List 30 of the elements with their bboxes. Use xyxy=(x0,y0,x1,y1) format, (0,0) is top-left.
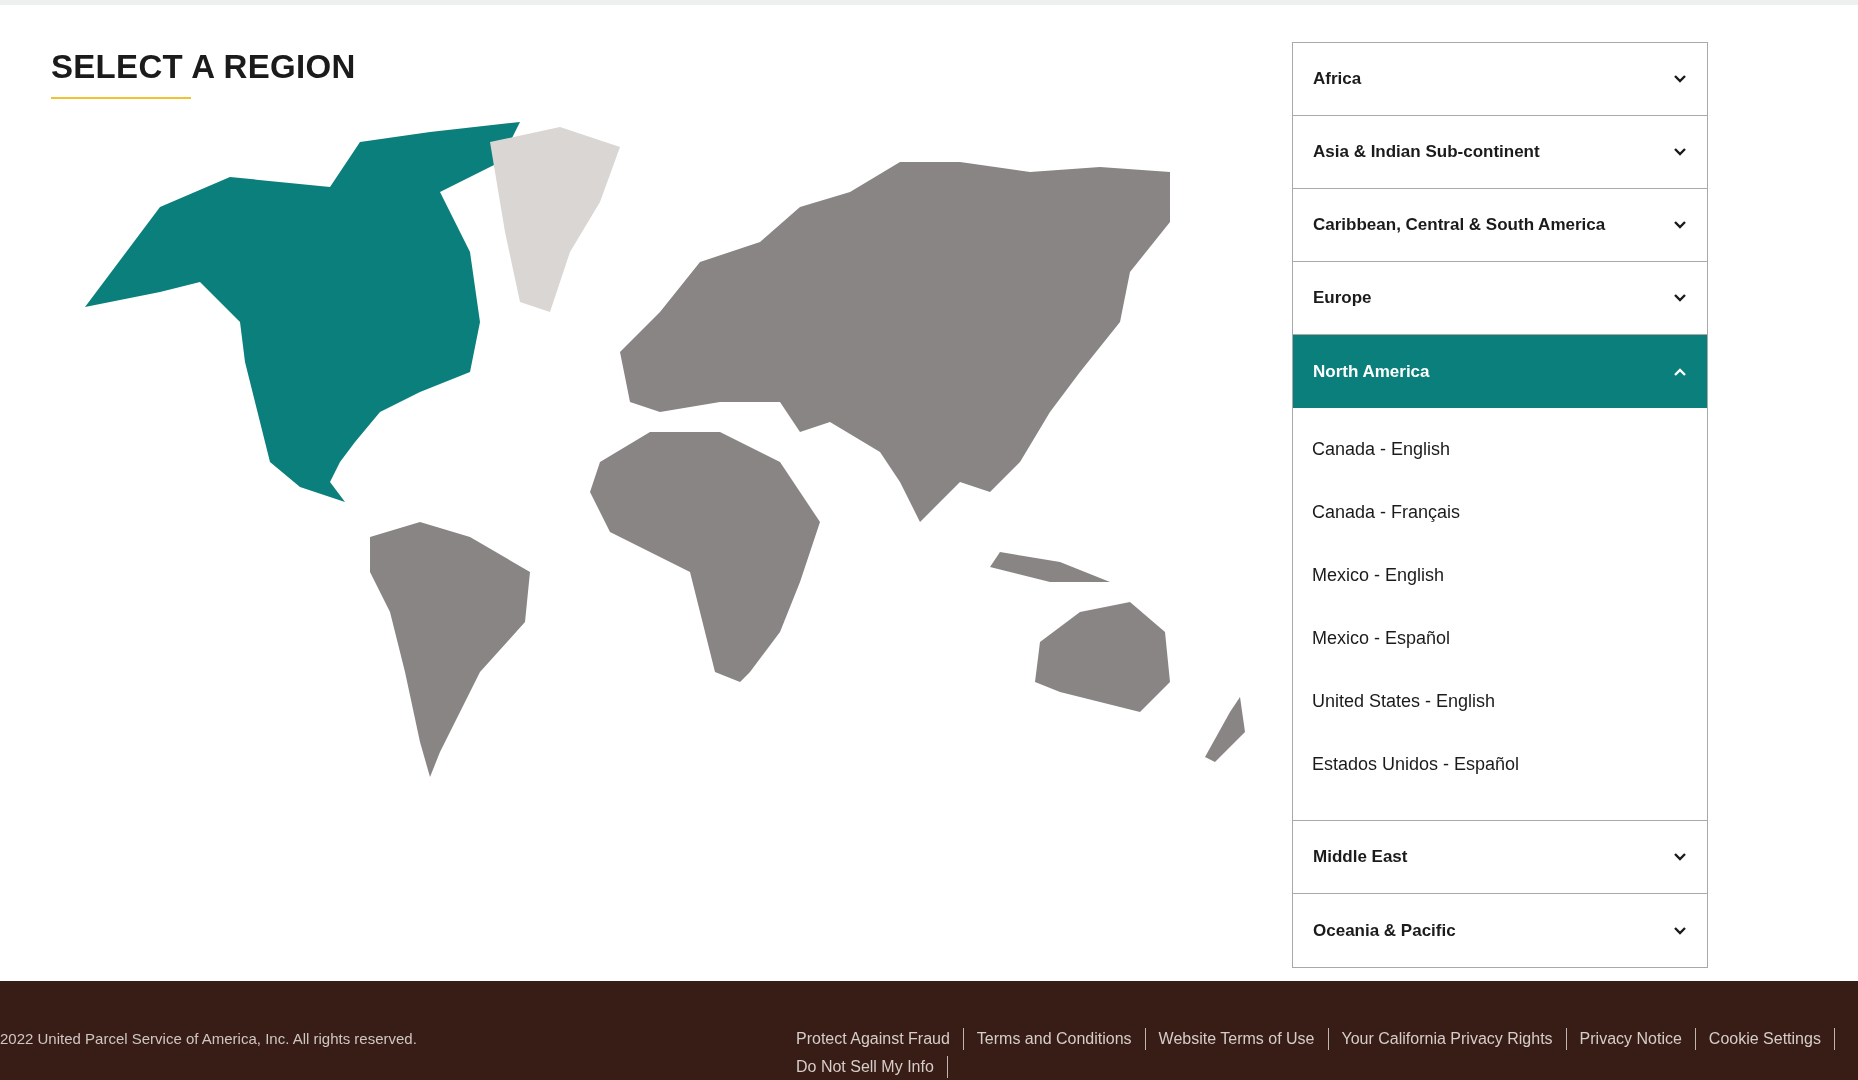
australia-shape[interactable] xyxy=(1035,601,1170,712)
country-link[interactable]: Mexico - Español xyxy=(1293,607,1707,670)
footer-link[interactable]: Terms and Conditions xyxy=(963,1028,1146,1050)
chevron-down-icon xyxy=(1673,220,1687,230)
footer-link[interactable]: Privacy Notice xyxy=(1566,1028,1696,1050)
africa-shape[interactable] xyxy=(590,431,820,682)
chevron-up-icon xyxy=(1673,366,1687,377)
footer-link[interactable]: Website Terms of Use xyxy=(1145,1028,1329,1050)
north-america-shape[interactable] xyxy=(85,121,520,502)
region-header[interactable]: North America xyxy=(1293,335,1707,408)
country-link[interactable]: United States - English xyxy=(1293,670,1707,733)
footer-link[interactable]: Cookie Settings xyxy=(1695,1028,1835,1050)
page-title: SELECT A REGION xyxy=(51,47,357,87)
country-link[interactable]: Canada - Français xyxy=(1293,481,1707,544)
country-link[interactable]: Canada - English xyxy=(1293,418,1707,481)
footer-link[interactable]: Your California Privacy Rights xyxy=(1328,1028,1567,1050)
chevron-down-icon xyxy=(1673,147,1687,157)
copyright-text: 2022 United Parcel Service of America, Inc. All rights reserved. xyxy=(0,1029,417,1049)
chevron-down-icon xyxy=(1673,852,1687,862)
new-zealand-shape[interactable] xyxy=(1205,696,1245,762)
islands-shape[interactable] xyxy=(990,551,1110,582)
country-link[interactable]: Estados Unidos - Español xyxy=(1293,733,1707,796)
country-link[interactable]: Mexico - English xyxy=(1293,544,1707,607)
eurasia-shape[interactable] xyxy=(620,161,1170,522)
south-america-shape[interactable] xyxy=(370,521,530,777)
footer-link[interactable]: Protect Against Fraud xyxy=(796,1028,964,1050)
chevron-down-icon xyxy=(1673,925,1687,936)
chevron-down-icon xyxy=(1673,293,1687,303)
chevron-down-icon xyxy=(1673,74,1687,84)
footer-link[interactable]: Do Not Sell My Info xyxy=(796,1056,948,1078)
